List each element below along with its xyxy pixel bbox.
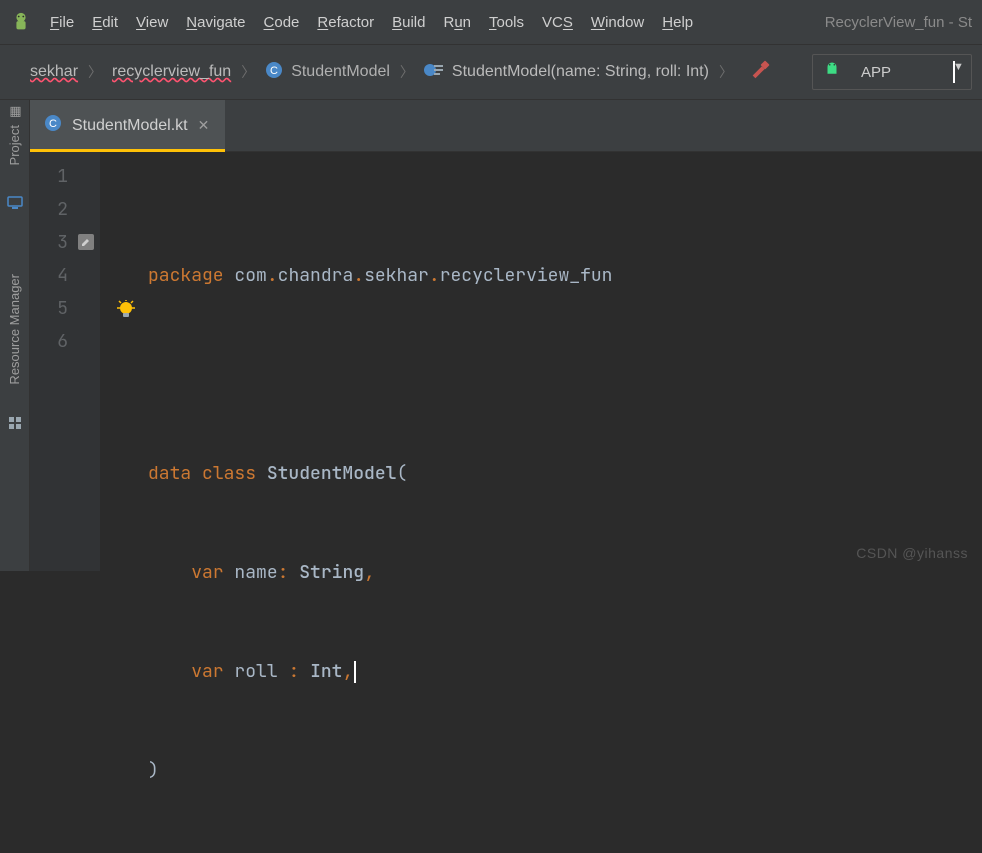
menu-view[interactable]: View (136, 14, 168, 31)
breadcrumb-folder-sekhar[interactable]: sekhar (30, 63, 78, 81)
menu-run[interactable]: Run (443, 14, 471, 31)
project-tool-window-button[interactable]: Project ▦ (7, 104, 22, 165)
gutter: 1 2 3 4 5 6 (30, 152, 100, 571)
svg-text:C: C (270, 65, 278, 77)
navigation-bar: sekhar 〉 recyclerview_fun 〉 C StudentMod… (0, 45, 982, 100)
tab-filename: StudentModel.kt (72, 117, 188, 135)
line-number: 1 (30, 160, 68, 193)
modified-line-icon (78, 234, 94, 250)
chevron-right-icon: 〉 (398, 62, 416, 82)
menu-bar: File Edit View Navigate Code Refactor Bu… (0, 0, 982, 45)
menu-file[interactable]: File (50, 14, 74, 31)
run-configuration-selector[interactable]: APP ▼ (812, 54, 972, 90)
breadcrumb-constructor[interactable]: StudentModel(name: String, roll: Int) (452, 63, 709, 81)
editor-tab-studentmodel[interactable]: C StudentModel.kt ✕ (30, 100, 225, 152)
menu-vcs[interactable]: VCS (542, 14, 573, 31)
line-number: 6 (30, 325, 68, 358)
menu-window[interactable]: Window (591, 14, 644, 31)
svg-text:C: C (49, 118, 57, 130)
menu-help[interactable]: Help (662, 14, 693, 31)
menu-refactor[interactable]: Refactor (317, 14, 374, 31)
resource-manager-tool-window-button[interactable]: Resource Manager (7, 274, 22, 385)
menu-build[interactable]: Build (392, 14, 425, 31)
method-icon (424, 61, 444, 84)
monitor-icon[interactable] (7, 195, 23, 214)
kotlin-file-icon: C (44, 114, 62, 137)
menu-code[interactable]: Code (264, 14, 300, 31)
dropdown-caret-icon: ▼ (953, 61, 955, 83)
resource-icon[interactable] (7, 415, 23, 434)
line-number: 4 (30, 259, 68, 292)
run-config-label: APP (861, 64, 891, 81)
code-area[interactable]: package com.chandra.sekhar.recyclerview_… (100, 152, 982, 571)
text-caret (354, 661, 356, 683)
left-tool-strip: Project ▦ Resource Manager (0, 100, 30, 571)
chevron-right-icon: 〉 (717, 62, 735, 82)
android-icon (823, 61, 841, 84)
menu-tools[interactable]: Tools (489, 14, 524, 31)
window-title: RecyclerView_fun - St (825, 14, 972, 31)
class-icon: C (265, 61, 283, 84)
tab-close-icon[interactable]: ✕ (198, 117, 210, 134)
build-icon[interactable] (749, 59, 771, 86)
menu-edit[interactable]: Edit (92, 14, 118, 31)
folder-icon: ▦ (7, 104, 22, 119)
android-studio-logo-icon (10, 11, 32, 33)
chevron-right-icon: 〉 (86, 62, 104, 82)
code-editor[interactable]: 1 2 3 4 5 6 package com.chandra.sekhar.r… (30, 152, 982, 571)
line-number: 5 (30, 292, 68, 325)
menu-navigate[interactable]: Navigate (186, 14, 245, 31)
breadcrumb-class[interactable]: StudentModel (291, 63, 390, 81)
line-number: 3 (30, 226, 68, 259)
editor-tab-bar: C StudentModel.kt ✕ (30, 100, 982, 152)
line-number: 2 (30, 193, 68, 226)
chevron-right-icon: 〉 (239, 62, 257, 82)
breadcrumb-folder-package[interactable]: recyclerview_fun (112, 63, 231, 81)
